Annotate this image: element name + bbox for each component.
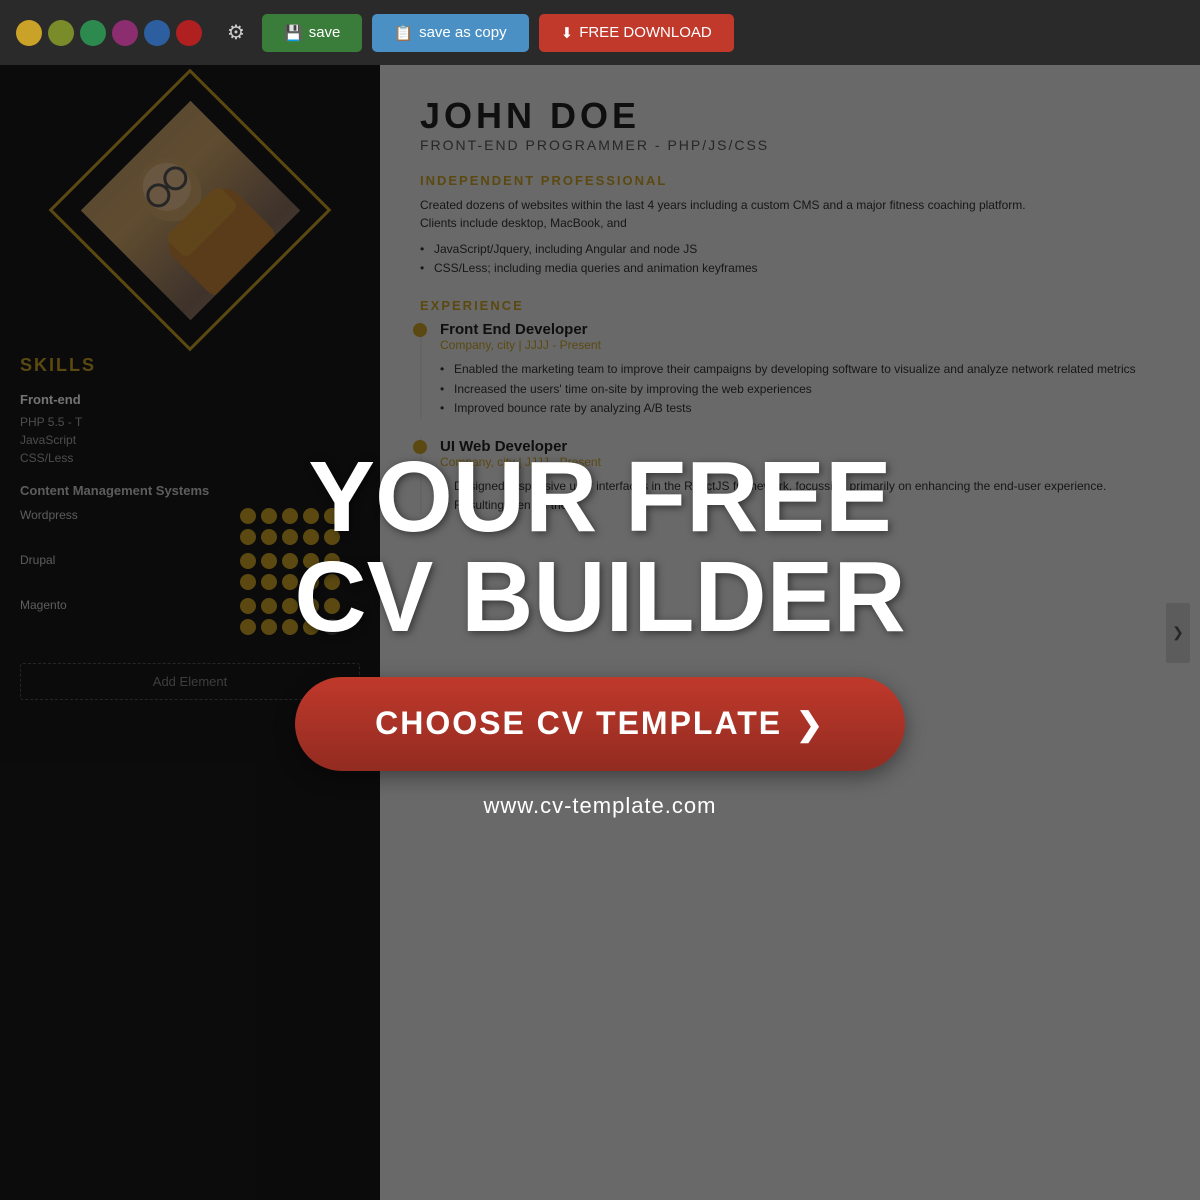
save-icon: 💾: [284, 24, 303, 42]
download-button[interactable]: ⬇ FREE DOWNLOAD: [539, 14, 734, 52]
download-icon: ⬇: [561, 24, 574, 42]
color-blue[interactable]: [144, 20, 170, 46]
color-olive[interactable]: [48, 20, 74, 46]
color-red[interactable]: [176, 20, 202, 46]
overlay-line1: YOUR FREE: [308, 441, 891, 553]
choose-template-button[interactable]: CHOOSE CV TEMPLATE ❯: [295, 677, 905, 771]
settings-button[interactable]: ⚙: [220, 17, 252, 49]
main-area: SKILLS Front-end PHP 5.5 - TJavaScriptCS…: [0, 65, 1200, 1200]
color-palette: [16, 20, 202, 46]
download-label: FREE DOWNLOAD: [579, 24, 712, 41]
save-copy-button[interactable]: 📋 save as copy: [372, 14, 528, 52]
toolbar: ⚙ 💾 save 📋 save as copy ⬇ FREE DOWNLOAD: [0, 0, 1200, 65]
overlay-url: www.cv-template.com: [484, 793, 717, 819]
promo-overlay: YOUR FREE CV BUILDER CHOOSE CV TEMPLATE …: [0, 65, 1200, 1200]
cta-arrow: ❯: [796, 705, 825, 743]
color-yellow[interactable]: [16, 20, 42, 46]
save-copy-label: save as copy: [419, 24, 507, 41]
cta-label: CHOOSE CV TEMPLATE: [375, 705, 782, 742]
save-label: save: [309, 24, 341, 41]
overlay-headline: YOUR FREE CV BUILDER: [294, 447, 905, 647]
color-purple[interactable]: [112, 20, 138, 46]
save-button[interactable]: 💾 save: [262, 14, 362, 52]
overlay-line2: CV BUILDER: [294, 541, 905, 653]
copy-icon: 📋: [394, 24, 413, 42]
color-green[interactable]: [80, 20, 106, 46]
